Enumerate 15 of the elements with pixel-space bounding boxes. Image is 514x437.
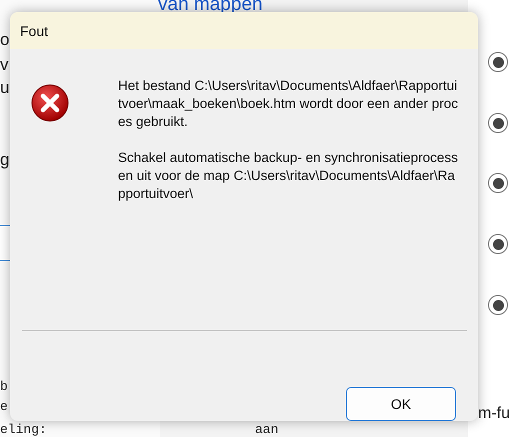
folder-link[interactable]: van mappen	[158, 0, 263, 16]
label-text: o	[0, 30, 10, 50]
message-text: Het bestand C:\Users\ritav\Documents\Aldfaer\Rapportuitvoer\maak_boeken\boek.htm wordt door een ander proces gebruikt.	[118, 77, 458, 132]
setting-value: aan	[255, 423, 278, 437]
label-text: m-fu	[478, 405, 510, 423]
label-text: v	[0, 55, 8, 75]
setting-label: eling:	[0, 423, 47, 437]
dialog-title: Fout	[20, 22, 48, 39]
error-icon	[30, 83, 70, 124]
label-text: u	[0, 78, 10, 98]
setting-label: b	[0, 380, 8, 394]
setting-label: e	[0, 400, 8, 414]
label-text: g	[0, 150, 10, 170]
ok-button[interactable]: OK	[346, 387, 456, 421]
message-text: Schakel automatische backup- en synchronisatieprocessen uit voor de map C:\Users\ritav\Documents\Aldfaer\Rapportuitvoer\	[118, 149, 458, 204]
